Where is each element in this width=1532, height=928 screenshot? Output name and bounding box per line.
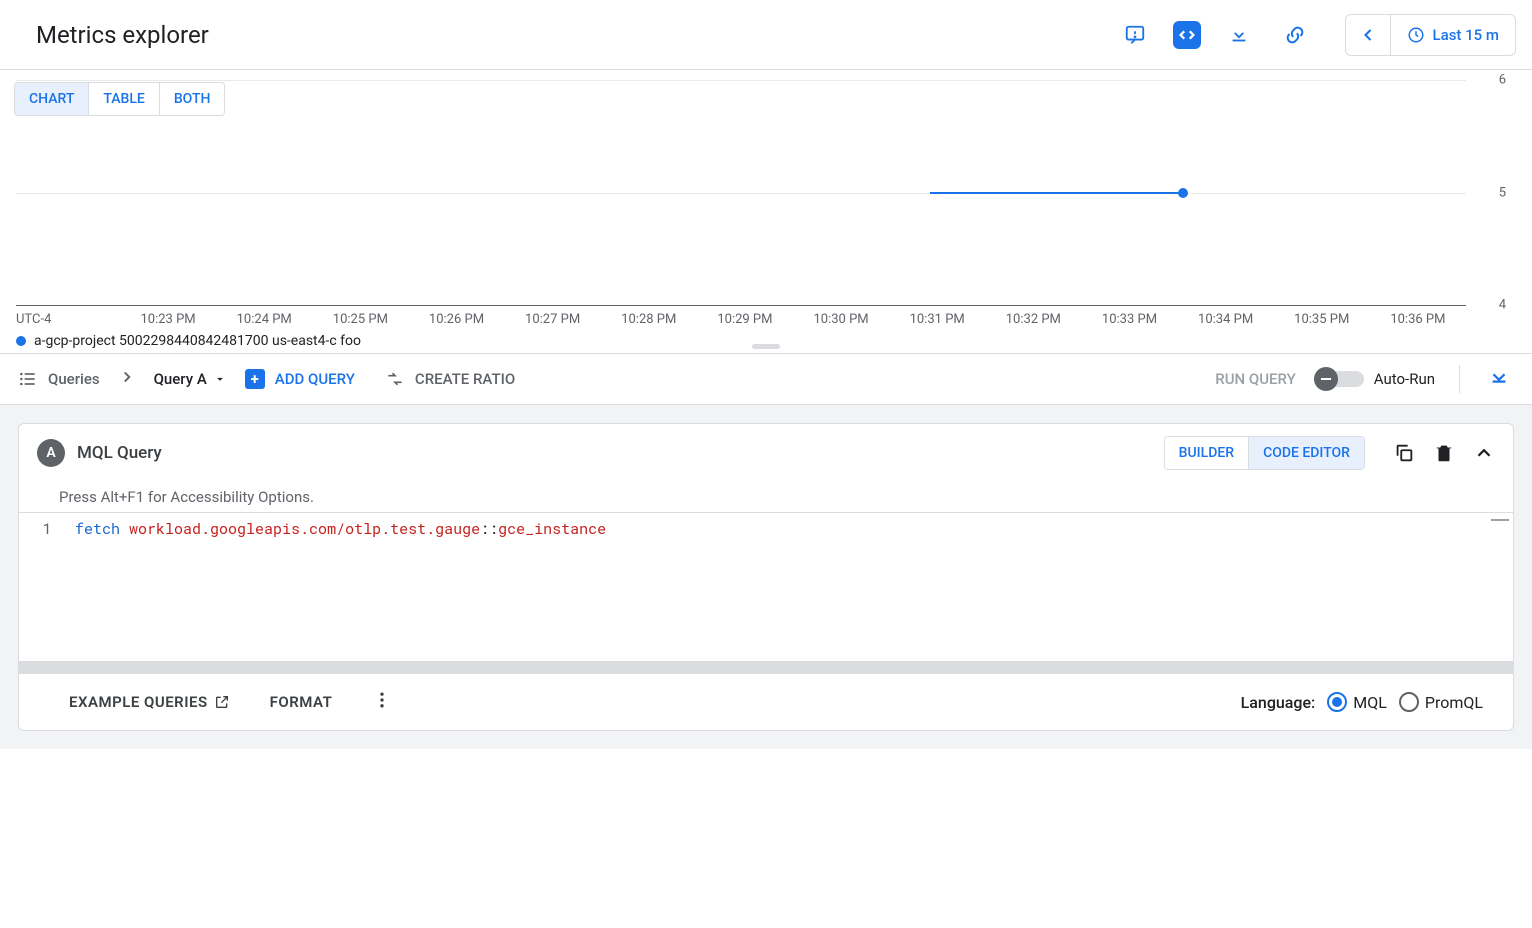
chart-series-line <box>930 192 1184 194</box>
plus-icon: + <box>245 369 265 389</box>
add-query-label: ADD QUERY <box>275 370 355 388</box>
copy-icon[interactable] <box>1393 442 1415 464</box>
language-label: Language: <box>1241 693 1316 712</box>
query-content-area: A MQL Query BUILDER CODE EDITOR Press Al… <box>0 405 1532 749</box>
example-queries-label: EXAMPLE QUERIES <box>69 693 208 711</box>
query-panel: A MQL Query BUILDER CODE EDITOR Press Al… <box>18 423 1514 731</box>
legend-label: a-gcp-project 5002298440842481700 us-eas… <box>34 333 361 349</box>
time-prev-button[interactable] <box>1346 15 1391 55</box>
collapse-button[interactable] <box>1484 362 1514 396</box>
x-tick: 10:26 PM <box>408 312 504 327</box>
x-tick: 10:33 PM <box>1081 312 1177 327</box>
auto-run-label: Auto-Run <box>1374 370 1435 388</box>
line-number: 1 <box>19 519 75 539</box>
code-gutter: 1 <box>19 513 75 661</box>
legend-dot-icon <box>16 336 26 346</box>
queries-breadcrumb[interactable]: Queries <box>18 369 100 389</box>
code-keyword: fetch <box>75 519 120 539</box>
delete-icon[interactable] <box>1433 442 1455 464</box>
more-menu-button[interactable] <box>372 690 392 714</box>
x-tick: 10:28 PM <box>601 312 697 327</box>
mode-code-button[interactable]: CODE EDITOR <box>1248 437 1364 469</box>
create-ratio-button[interactable]: CREATE RATIO <box>385 369 515 389</box>
code-icon[interactable] <box>1173 21 1201 49</box>
x-tick: 10:35 PM <box>1274 312 1370 327</box>
feedback-icon[interactable] <box>1117 17 1153 53</box>
example-queries-link[interactable]: EXAMPLE QUERIES <box>69 693 230 711</box>
open-external-icon <box>214 694 230 710</box>
chevron-up-icon[interactable] <box>1473 442 1495 464</box>
x-tick: 10:31 PM <box>889 312 985 327</box>
x-tick: 10:36 PM <box>1370 312 1466 327</box>
x-tick: 10:25 PM <box>312 312 408 327</box>
ratio-icon <box>385 369 405 389</box>
query-bar: Queries Query A + ADD QUERY CREATE RATIO… <box>0 354 1532 405</box>
list-icon <box>18 369 38 389</box>
chart-x-axis: UTC-4 10:23 PM 10:24 PM 10:25 PM 10:26 P… <box>16 306 1516 327</box>
download-icon[interactable] <box>1221 17 1257 53</box>
panel-header: A MQL Query BUILDER CODE EDITOR <box>19 424 1513 482</box>
create-ratio-label: CREATE RATIO <box>415 370 515 388</box>
code-resource: gce_instance <box>498 519 606 539</box>
auto-run-toggle[interactable] <box>1314 367 1364 391</box>
queries-label-text: Queries <box>48 370 100 388</box>
radio-checked-icon <box>1327 692 1347 712</box>
x-tick: 10:34 PM <box>1178 312 1274 327</box>
x-tick: 10:24 PM <box>216 312 312 327</box>
chart-data-point[interactable] <box>1178 188 1188 198</box>
language-promql-label: PromQL <box>1425 693 1483 712</box>
accessibility-hint: Press Alt+F1 for Accessibility Options. <box>19 482 1513 512</box>
divider <box>1459 365 1460 393</box>
x-tick: 10:29 PM <box>697 312 793 327</box>
chart-timezone: UTC-4 <box>16 312 120 327</box>
y-tick: 4 <box>1499 298 1506 313</box>
caret-down-icon <box>213 372 227 386</box>
panel-title: MQL Query <box>77 443 162 463</box>
link-icon[interactable] <box>1277 17 1313 53</box>
header-actions: Last 15 m <box>1117 14 1516 56</box>
page-header: Metrics explorer Last 15 m <box>0 0 1532 70</box>
code-operator: :: <box>480 519 498 539</box>
code-scrollbar[interactable] <box>19 662 1513 674</box>
y-tick: 6 <box>1499 73 1506 88</box>
panel-actions <box>1393 442 1495 464</box>
query-badge: A <box>37 439 65 467</box>
language-mql-label: MQL <box>1353 693 1387 712</box>
code-path: workload.googleapis.com/otlp.test.gauge <box>129 519 480 539</box>
run-query-button[interactable]: RUN QUERY <box>1215 370 1296 388</box>
y-tick: 5 <box>1499 185 1506 200</box>
x-tick: 10:27 PM <box>505 312 601 327</box>
time-range-selector: Last 15 m <box>1345 14 1516 56</box>
language-radio-mql[interactable]: MQL <box>1327 692 1387 712</box>
chevron-right-icon <box>118 368 136 390</box>
chart-area: 6 5 4 UTC-4 10:23 PM 10:24 PM 10:25 PM 1… <box>0 80 1532 340</box>
more-vert-icon <box>372 690 392 710</box>
query-name-label: Query A <box>154 370 207 388</box>
minimap-indicator <box>1491 519 1509 521</box>
language-selector: Language: MQL PromQL <box>1241 692 1483 712</box>
format-button[interactable]: FORMAT <box>270 693 333 711</box>
code-editor[interactable]: 1 fetch workload.googleapis.com/otlp.tes… <box>19 512 1513 662</box>
panel-footer: EXAMPLE QUERIES FORMAT Language: MQL Pro… <box>19 674 1513 730</box>
format-label: FORMAT <box>270 693 333 711</box>
add-query-button[interactable]: + ADD QUERY <box>245 369 355 389</box>
language-radio-promql[interactable]: PromQL <box>1399 692 1483 712</box>
x-tick: 10:30 PM <box>793 312 889 327</box>
x-tick: 10:32 PM <box>985 312 1081 327</box>
x-tick: 10:23 PM <box>120 312 216 327</box>
auto-run-toggle-group: Auto-Run <box>1314 367 1435 391</box>
time-range-label: Last 15 m <box>1433 26 1499 44</box>
page-title: Metrics explorer <box>36 21 209 49</box>
mode-builder-button[interactable]: BUILDER <box>1165 437 1248 469</box>
radio-unchecked-icon <box>1399 692 1419 712</box>
time-range-button[interactable]: Last 15 m <box>1391 26 1515 44</box>
chart-plot[interactable]: 6 5 4 <box>16 80 1466 306</box>
code-content[interactable]: fetch workload.googleapis.com/otlp.test.… <box>75 513 1513 661</box>
editor-mode-toggle: BUILDER CODE EDITOR <box>1164 436 1365 470</box>
chart-legend[interactable]: a-gcp-project 5002298440842481700 us-eas… <box>16 327 1516 349</box>
query-name-dropdown[interactable]: Query A <box>154 370 227 388</box>
